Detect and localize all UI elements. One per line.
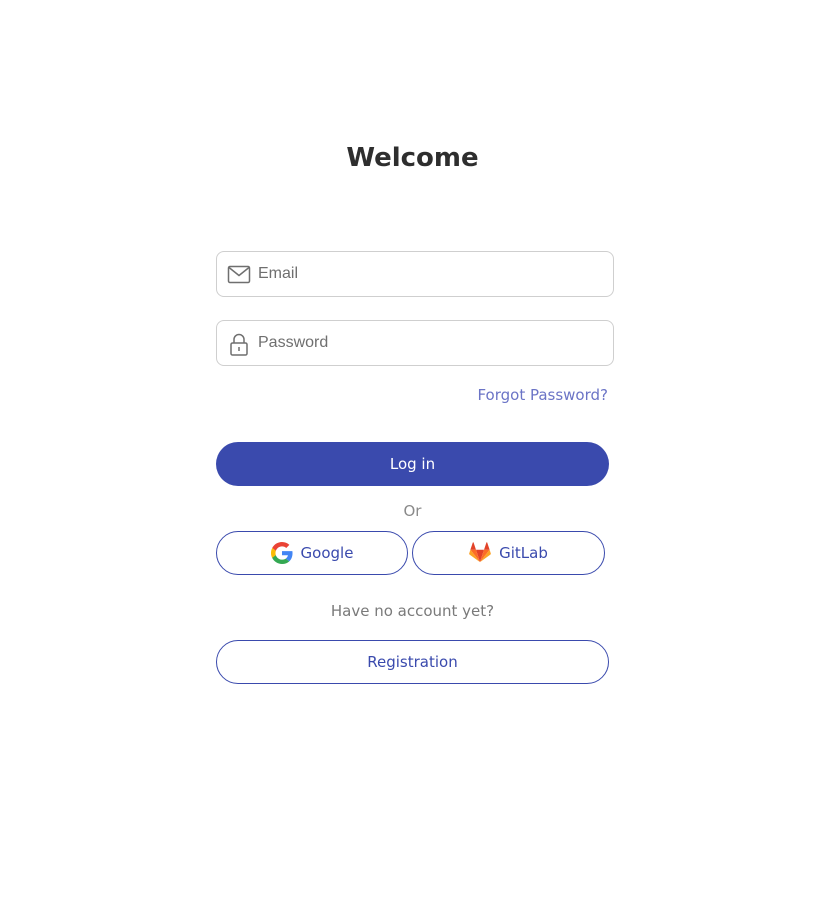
registration-button[interactable]: Registration	[216, 640, 609, 684]
gitlab-button-label: GitLab	[499, 544, 548, 562]
or-separator: Or	[403, 502, 422, 520]
login-page: Welcome Forgot Password? Log in Or	[0, 0, 815, 905]
google-icon	[270, 542, 293, 564]
google-button-label: Google	[300, 544, 354, 562]
google-login-button[interactable]: Google	[216, 531, 408, 575]
gitlab-icon	[469, 542, 491, 564]
email-field[interactable]	[216, 251, 614, 297]
no-account-prompt: Have no account yet?	[330, 602, 495, 620]
envelope-icon	[227, 263, 251, 287]
login-button[interactable]: Log in	[216, 442, 609, 486]
forgot-password-link[interactable]: Forgot Password?	[477, 386, 608, 404]
gitlab-login-button[interactable]: GitLab	[412, 531, 605, 575]
lock-icon	[227, 332, 251, 356]
password-input[interactable]	[258, 321, 603, 365]
password-field[interactable]	[216, 320, 614, 366]
page-title: Welcome	[346, 143, 479, 173]
email-input[interactable]	[258, 252, 603, 296]
